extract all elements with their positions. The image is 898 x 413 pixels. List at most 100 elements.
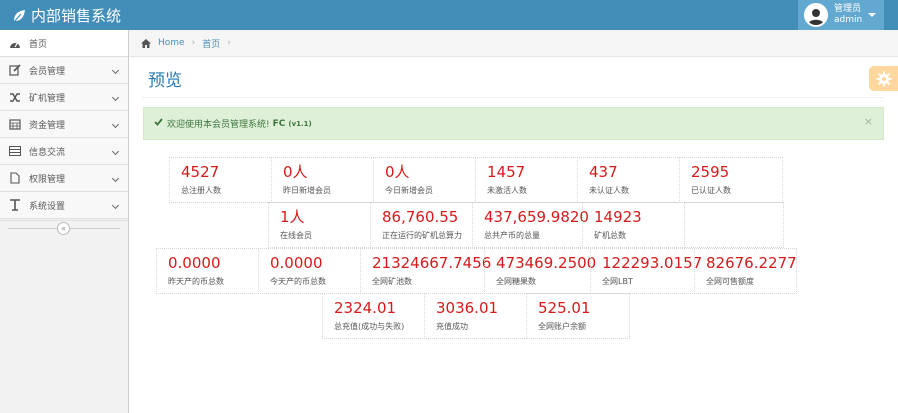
stat-box: 0.0000 昨天产的币总数 xyxy=(156,248,259,294)
stat-value: 1人 xyxy=(280,208,305,226)
stat-label: 昨日新增会员 xyxy=(283,186,331,195)
chevron-down-icon xyxy=(111,120,120,129)
stat-value: 0.0000 xyxy=(270,254,323,272)
breadcrumb-home-link[interactable]: Home xyxy=(158,38,185,48)
double-left-arrow-icon: « xyxy=(61,224,66,233)
alert-version: (v1.1) xyxy=(288,119,312,128)
sidebar-item-label: 系统设置 xyxy=(29,201,66,212)
stat-label: 总注册人数 xyxy=(181,186,221,195)
stat-box: 14923 矿机总数 xyxy=(582,202,685,248)
top-navbar: 内部销售系统 管理员 admin xyxy=(0,0,898,30)
file-icon xyxy=(8,172,22,184)
stat-value: 2324.01 xyxy=(334,299,397,317)
stat-box: 0.0000 今天产的币总数 xyxy=(258,248,361,294)
stat-value: 21324667.7456 xyxy=(372,254,492,272)
stat-box: 525.01 全网账户余额 xyxy=(526,293,630,339)
user-name: admin xyxy=(834,15,863,25)
stat-value: 437 xyxy=(589,163,618,181)
stat-value: 0人 xyxy=(385,163,410,181)
sidebar-item-messages[interactable]: 信息交流 xyxy=(0,138,128,165)
stat-box: 2324.01 总充值(成功与失败) xyxy=(322,293,425,339)
stat-value: 82676.2277 xyxy=(706,254,797,272)
sidebar-collapse-bar: « xyxy=(0,220,128,236)
alert-close-button[interactable]: × xyxy=(864,115,873,128)
stat-box: 82676.2277 全网可售额度 xyxy=(694,248,797,294)
brand-logo[interactable]: 内部销售系统 xyxy=(12,5,121,26)
stat-label: 已认证人数 xyxy=(691,186,731,195)
edit-icon xyxy=(8,64,22,76)
stat-box: 437,659.9820 总共产币的总量 xyxy=(472,202,589,248)
chevron-down-icon xyxy=(111,93,120,102)
sidebar-item-members[interactable]: 会员管理 xyxy=(0,57,128,84)
sidebar-item-label: 权限管理 xyxy=(29,174,66,185)
stat-box: 86,760.55 正在运行的矿机总算力 xyxy=(370,202,473,248)
stat-box: 2595 已认证人数 xyxy=(679,157,783,203)
chevron-down-icon xyxy=(111,174,120,183)
stat-value: 122293.0157 xyxy=(602,254,703,272)
stat-box: 4527 总注册人数 xyxy=(169,157,272,203)
stat-label: 总共产币的总量 xyxy=(484,231,540,240)
sidebar-item-label: 首页 xyxy=(29,39,48,50)
stat-box: 0人 昨日新增会员 xyxy=(271,157,374,203)
leaf-icon xyxy=(13,9,25,22)
sidebar-item-funds[interactable]: 资金管理 xyxy=(0,111,128,138)
sidebar: 首页 会员管理 矿机管理 资金管理 信息交流 权限管理 系统设置 « xyxy=(0,30,129,413)
user-menu[interactable]: 管理员 admin xyxy=(798,0,884,30)
caret-down-icon xyxy=(868,13,876,17)
stat-value: 525.01 xyxy=(538,299,591,317)
stat-value: 86,760.55 xyxy=(382,208,459,226)
settings-button[interactable] xyxy=(869,66,898,91)
sidebar-item-label: 会员管理 xyxy=(29,66,66,77)
stat-value: 473469.2500 xyxy=(496,254,597,272)
stat-label: 充值成功 xyxy=(436,322,468,331)
stat-label: 今天产的币总数 xyxy=(270,277,326,286)
sidebar-item-miners[interactable]: 矿机管理 xyxy=(0,84,128,111)
sidebar-item-permissions[interactable]: 权限管理 xyxy=(0,165,128,192)
sidebar-item-label: 矿机管理 xyxy=(29,93,66,104)
sidebar-item-settings[interactable]: 系统设置 xyxy=(0,192,128,219)
sidebar-collapse-button[interactable]: « xyxy=(57,222,70,235)
stat-label: 总充值(成功与失败) xyxy=(334,322,405,331)
stat-box: 21324667.7456 全网矿池数 xyxy=(360,248,492,294)
home-icon xyxy=(141,38,151,48)
stat-label: 正在运行的矿机总算力 xyxy=(382,231,462,240)
stat-box: 1人 在线会员 xyxy=(268,202,371,248)
chevron-down-icon xyxy=(111,201,120,210)
stat-label: 全网糖果数 xyxy=(496,277,536,286)
stat-label: 昨天产的币总数 xyxy=(168,277,224,286)
stat-label: 全网LBT xyxy=(602,277,633,286)
chevron-down-icon xyxy=(111,66,120,75)
stat-value: 437,659.9820 xyxy=(484,208,589,226)
sidebar-item-home[interactable]: 首页 xyxy=(0,30,128,57)
stat-box: 0人 今日新增会员 xyxy=(373,157,476,203)
dashboard-icon xyxy=(8,37,22,49)
text-icon xyxy=(8,199,22,211)
page-title: 预览 xyxy=(148,71,182,91)
user-silhouette-icon xyxy=(806,5,826,25)
header-divider xyxy=(143,97,883,98)
chevron-down-icon xyxy=(111,147,120,156)
stat-label: 矿机总数 xyxy=(594,231,626,240)
user-role: 管理员 xyxy=(834,4,862,14)
stat-label: 全网矿池数 xyxy=(372,277,412,286)
breadcrumb: Home › 首页 › xyxy=(129,30,898,57)
breadcrumb-current-link[interactable]: 首页 xyxy=(202,37,220,50)
stat-box: 122293.0157 全网LBT xyxy=(590,248,703,294)
stat-value: 1457 xyxy=(487,163,526,181)
list-icon xyxy=(8,145,22,157)
alert-brand: FC xyxy=(272,118,286,129)
stat-value: 4527 xyxy=(181,163,220,181)
breadcrumb-separator: › xyxy=(227,38,231,48)
stat-box: 1457 未激活人数 xyxy=(475,157,578,203)
stat-value: 14923 xyxy=(594,208,642,226)
gear-icon xyxy=(876,71,891,86)
stat-label: 未激活人数 xyxy=(487,186,527,195)
stat-label: 全网可售额度 xyxy=(706,277,754,286)
stat-value: 3036.01 xyxy=(436,299,499,317)
stat-label: 未认证人数 xyxy=(589,186,629,195)
sidebar-item-label: 资金管理 xyxy=(29,120,66,131)
breadcrumb-separator: › xyxy=(191,38,196,48)
shuffle-icon xyxy=(8,91,22,103)
calendar-icon xyxy=(8,118,22,130)
stat-box: 473469.2500 全网糖果数 xyxy=(484,248,597,294)
